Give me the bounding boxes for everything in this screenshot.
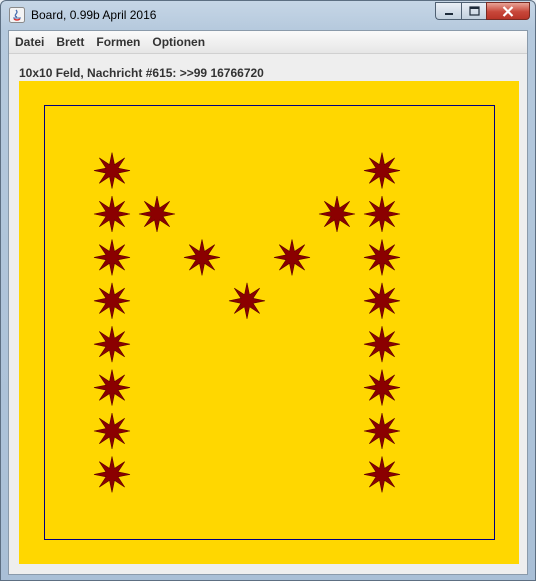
star-piece[interactable]	[318, 195, 356, 233]
title-bar[interactable]: Board, 0.99b April 2016	[1, 1, 535, 29]
close-icon	[502, 5, 514, 17]
star-piece[interactable]	[363, 195, 401, 233]
star-piece[interactable]	[363, 456, 401, 493]
window-title: Board, 0.99b April 2016	[31, 8, 157, 22]
close-button[interactable]	[486, 2, 530, 20]
menu-formen[interactable]: Formen	[90, 31, 146, 53]
maximize-button[interactable]	[461, 2, 486, 20]
menu-bar: Datei Brett Formen Optionen	[9, 31, 527, 54]
star-piece[interactable]	[93, 412, 131, 450]
star-piece[interactable]	[93, 369, 131, 406]
window-controls	[435, 2, 530, 21]
menu-datei[interactable]: Datei	[9, 31, 50, 53]
star-piece[interactable]	[183, 239, 221, 276]
app-window: Board, 0.99b April 2016 Datei Brett Form…	[0, 0, 536, 581]
menu-brett[interactable]: Brett	[50, 31, 90, 53]
minimize-button[interactable]	[435, 2, 461, 20]
star-piece[interactable]	[93, 152, 131, 189]
star-piece[interactable]	[363, 152, 401, 189]
board-canvas[interactable]	[19, 81, 519, 564]
star-piece[interactable]	[228, 282, 266, 319]
menu-optionen[interactable]: Optionen	[146, 31, 211, 53]
star-piece[interactable]	[363, 282, 401, 319]
star-piece[interactable]	[138, 195, 176, 233]
star-piece[interactable]	[93, 195, 131, 233]
maximize-icon	[468, 6, 480, 16]
star-piece[interactable]	[363, 326, 401, 363]
java-app-icon	[9, 7, 25, 23]
star-piece[interactable]	[363, 369, 401, 406]
game-board[interactable]	[19, 81, 519, 564]
stars-layer	[93, 152, 401, 493]
star-piece[interactable]	[273, 239, 311, 276]
status-message: 10x10 Feld, Nachricht #615: >>99 1676672…	[19, 66, 264, 80]
star-piece[interactable]	[363, 239, 401, 276]
client-area: Datei Brett Formen Optionen 10x10 Feld, …	[8, 30, 528, 575]
star-piece[interactable]	[93, 456, 131, 493]
star-piece[interactable]	[93, 239, 131, 276]
star-piece[interactable]	[93, 282, 131, 319]
star-piece[interactable]	[363, 412, 401, 450]
minimize-icon	[444, 13, 453, 15]
star-piece[interactable]	[93, 326, 131, 363]
